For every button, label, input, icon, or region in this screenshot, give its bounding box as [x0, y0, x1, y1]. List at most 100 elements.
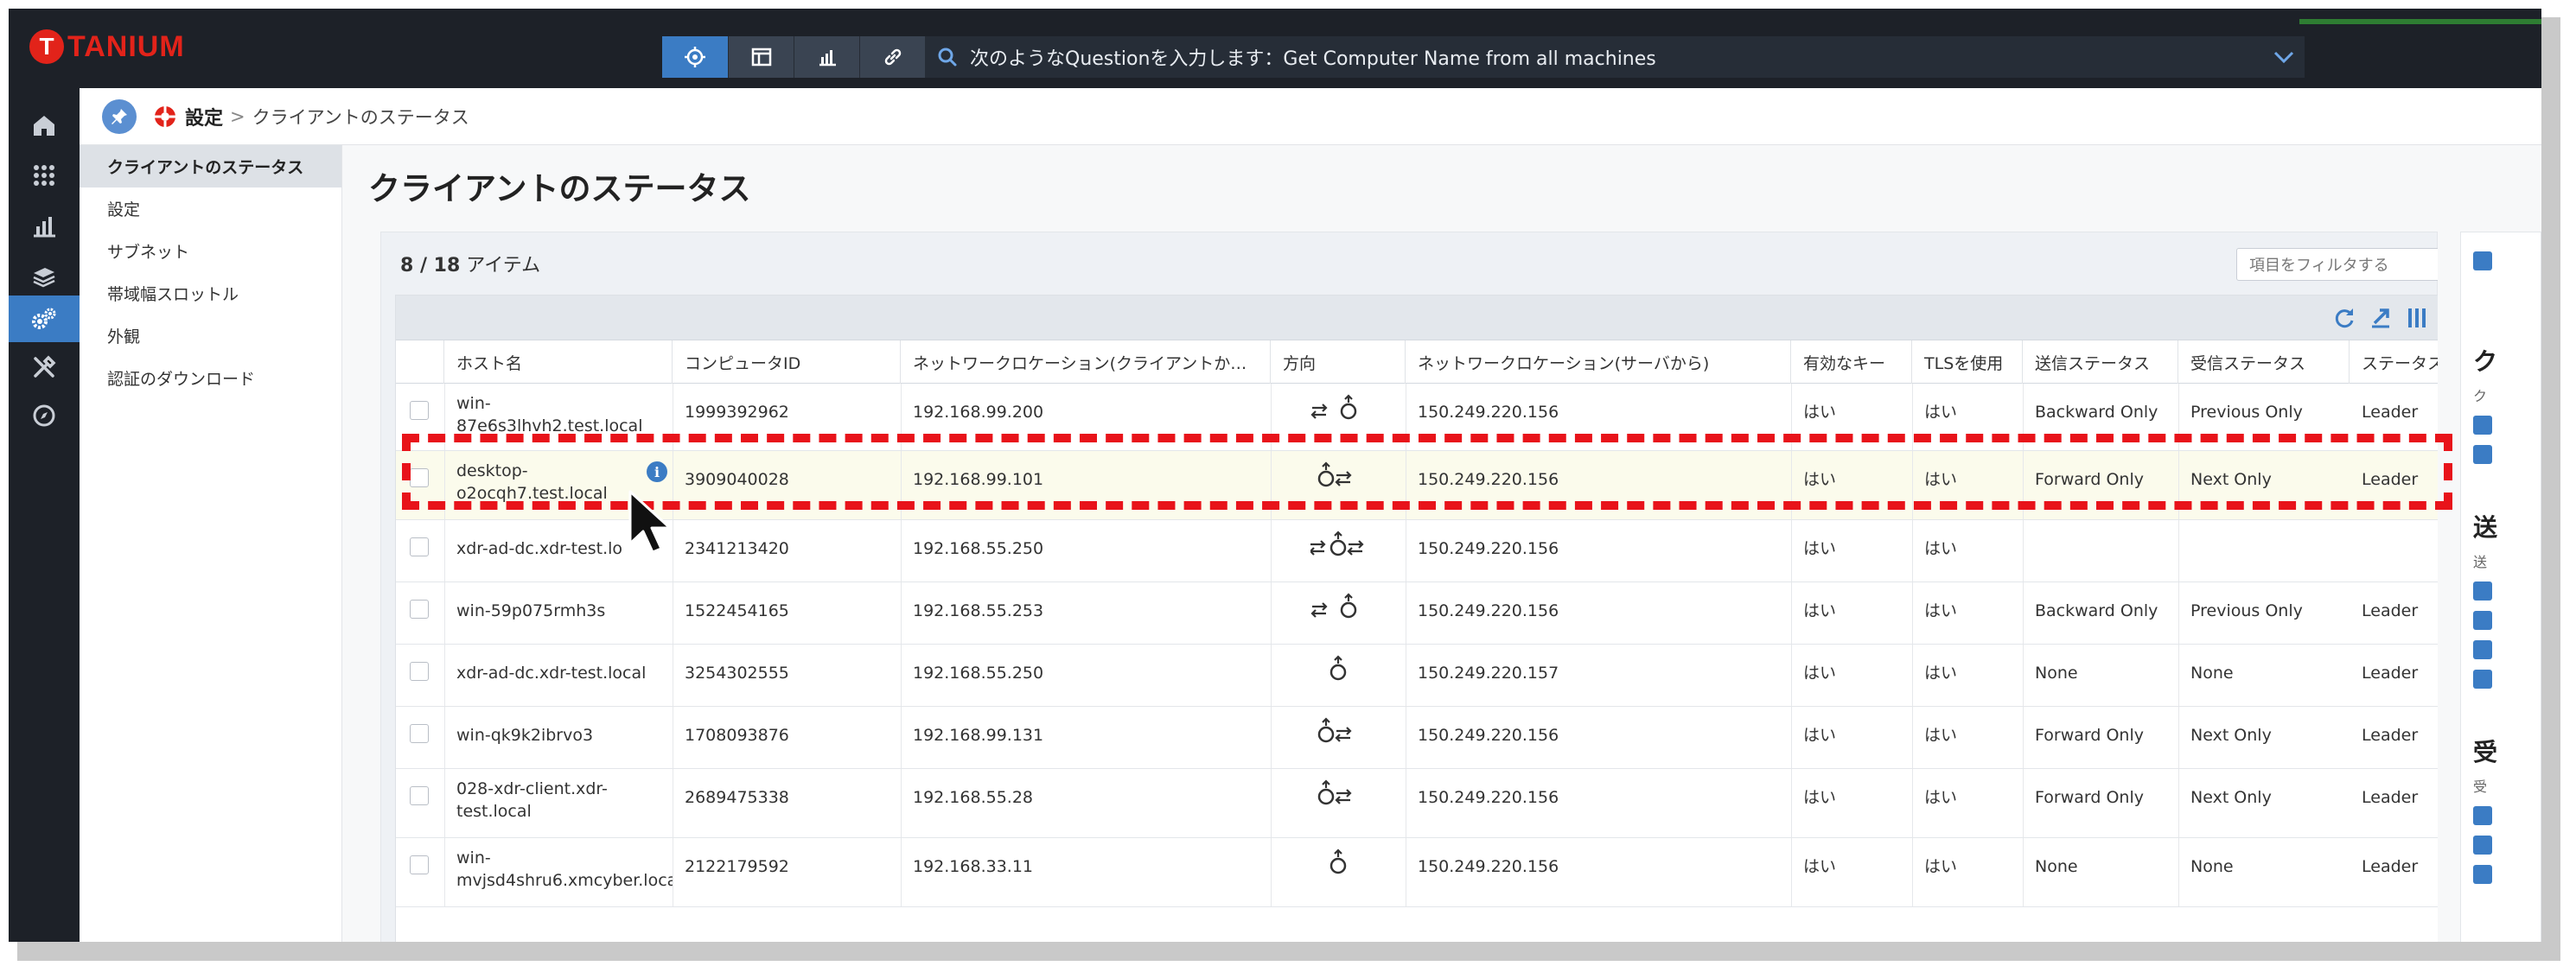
column-header-valid-key[interactable]: 有効なキー: [1791, 340, 1912, 384]
export-icon[interactable]: [2369, 306, 2393, 330]
rail-home[interactable]: [9, 102, 80, 149]
sidenav-item-client-status[interactable]: クライアントのステータス: [80, 145, 341, 187]
table-row[interactable]: desktop-o2ocqh7.test.local i 3909040028 192…: [396, 451, 2452, 520]
table-row[interactable]: win-mvjsd4shru6.xmcyber.loca 2122179592 19…: [396, 838, 2452, 907]
cell-receive-status: Next Only: [2190, 726, 2272, 745]
rail-layers[interactable]: [9, 252, 80, 299]
browser-button[interactable]: [728, 36, 794, 78]
logo-mark: T: [29, 29, 64, 64]
direction-in-icon: [1310, 394, 1357, 420]
column-header-tls[interactable]: TLSを使用: [1912, 340, 2023, 384]
cell-send-status: Forward Only: [2035, 726, 2144, 745]
cell-valid-key: はい: [1803, 601, 1837, 620]
column-header-server-location[interactable]: ネットワークロケーション(サーバから): [1406, 340, 1791, 384]
right-panel-checkbox[interactable]: [2473, 416, 2492, 435]
rail-reports[interactable]: [9, 202, 80, 249]
rail-tools[interactable]: [9, 344, 80, 391]
right-panel-checkbox[interactable]: [2473, 445, 2492, 464]
rail-administration[interactable]: [9, 296, 80, 342]
question-search-bar[interactable]: 次のようなQuestionを入力します：Get Computer Name fr…: [925, 36, 2305, 78]
sidenav-item-settings[interactable]: 設定: [80, 187, 341, 230]
table-row[interactable]: xdr-ad-dc.xdr-test.local 3254302555 192.16…: [396, 645, 2452, 707]
search-dropdown-button[interactable]: [2263, 50, 2305, 64]
column-header-hostname[interactable]: ホスト名: [444, 340, 673, 384]
table-tools: [2332, 306, 2429, 330]
status-strip: [2299, 19, 2541, 24]
right-panel-checkbox[interactable]: [2473, 582, 2492, 601]
right-panel-checkbox[interactable]: [2473, 640, 2492, 659]
cell-send-status: Backward Only: [2035, 403, 2158, 422]
sidenav-item-certificate-download[interactable]: 認証のダウンロード: [80, 357, 341, 399]
table-row[interactable]: win-59p075rmh3s 1522454165 192.168.55.253 1…: [396, 582, 2452, 645]
column-header-receive-status[interactable]: 受信ステータス: [2178, 340, 2350, 384]
sidenav-item-bandwidth-throttles[interactable]: 帯域幅スロットル: [80, 272, 341, 315]
chart-button[interactable]: [794, 36, 859, 78]
cell-direction: [1271, 391, 1406, 431]
count-shown: 8: [400, 255, 414, 276]
sidenav-item-subnets[interactable]: サブネット: [80, 230, 341, 272]
table-row[interactable]: xdr-ad-dc.xdr-test.lo 2341213420 192.168.5…: [396, 520, 2452, 582]
right-panel-checkbox[interactable]: [2473, 670, 2492, 689]
cell-direction: [1271, 714, 1406, 754]
crosshair-button[interactable]: [662, 36, 728, 78]
count-unit: アイテム: [460, 255, 541, 276]
search-text: 次のようなQuestionを入力します：Get Computer Name fr…: [970, 48, 1656, 70]
row-checkbox[interactable]: [410, 401, 429, 420]
cell-tls: はい: [1924, 539, 1958, 558]
right-panel-sub-2: 送: [2473, 554, 2488, 570]
rail-modules[interactable]: [9, 152, 80, 199]
chevron-down-icon: [2273, 51, 2294, 64]
column-header-direction[interactable]: 方向: [1271, 340, 1406, 384]
breadcrumb-root[interactable]: 設定: [185, 103, 223, 130]
right-panel-checkbox[interactable]: [2473, 865, 2492, 884]
row-checkbox[interactable]: [410, 468, 429, 487]
right-panel-checkbox[interactable]: [2473, 251, 2492, 270]
right-panel-sub-1: ク: [2473, 388, 2488, 404]
pin-button[interactable]: [102, 99, 137, 134]
table-row[interactable]: 028-xdr-client.xdr-test.local 2689475338 1…: [396, 769, 2452, 838]
row-checkbox[interactable]: [410, 855, 429, 874]
right-panel-checkbox[interactable]: [2473, 806, 2492, 825]
frame-shadow-right: [2541, 17, 2560, 952]
client-status-card: 8 / 18 アイテム 項目をフィルタする ホスト名 コンピュータID ネットワ…: [380, 232, 2463, 942]
select-column-header: [396, 340, 444, 384]
home-icon: [34, 116, 54, 136]
right-panel-checkbox[interactable]: [2473, 611, 2492, 630]
row-checkbox[interactable]: [410, 537, 429, 556]
table-row[interactable]: win- 87e6s3lhvh2.test.local 1999392962 192.…: [396, 384, 2452, 451]
info-icon[interactable]: i: [647, 461, 667, 482]
row-checkbox[interactable]: [410, 724, 429, 743]
columns-icon[interactable]: [2405, 306, 2429, 330]
cell-direction: [1271, 589, 1406, 630]
column-header-send-status[interactable]: 送信ステータス: [2023, 340, 2178, 384]
row-checkbox[interactable]: [410, 786, 429, 805]
cell-receive-status: Next Only: [2190, 788, 2272, 807]
cell-computer-id: 1708093876: [685, 726, 789, 745]
row-checkbox[interactable]: [410, 600, 429, 619]
column-divider: [2023, 520, 2024, 582]
filter-placeholder: 項目をフィルタする: [2249, 257, 2389, 275]
direction-in-icon: [1310, 593, 1357, 619]
row-checkbox[interactable]: [410, 662, 429, 681]
table-row[interactable]: win-qk9k2ibrvo3 1708093876 192.168.99.131 1…: [396, 707, 2452, 769]
count-separator: /: [413, 255, 434, 276]
sidenav-item-appearance[interactable]: 外観: [80, 315, 341, 357]
cell-direction: [1271, 527, 1406, 568]
right-panel-checkbox[interactable]: [2473, 836, 2492, 855]
crosshair-icon: [685, 47, 705, 67]
refresh-icon[interactable]: [2332, 306, 2356, 330]
tanium-logo[interactable]: T TANIUM: [29, 24, 185, 69]
cell-server-location: 150.249.220.156: [1418, 539, 1559, 558]
hostname-line: win-59p075rmh3s: [456, 601, 606, 620]
cell-hostname: win-mvjsd4shru6.xmcyber.loca: [444, 847, 673, 892]
cell-hostname: xdr-ad-dc.xdr-test.local: [444, 662, 673, 684]
breadcrumb: 設定 > クライアントのステータス: [80, 88, 2541, 145]
column-header-client-location[interactable]: ネットワークロケーション(クライアントか…: [901, 340, 1271, 384]
breadcrumb-current: クライアントのステータス: [252, 106, 469, 128]
hostname-line: win-: [456, 394, 491, 413]
link-button[interactable]: [859, 36, 925, 78]
rail-explore[interactable]: [9, 392, 80, 439]
logo-text: TANIUM: [67, 29, 185, 63]
filter-input[interactable]: 項目をフィルタする: [2236, 248, 2463, 281]
column-header-computer-id[interactable]: コンピュータID: [673, 340, 901, 384]
